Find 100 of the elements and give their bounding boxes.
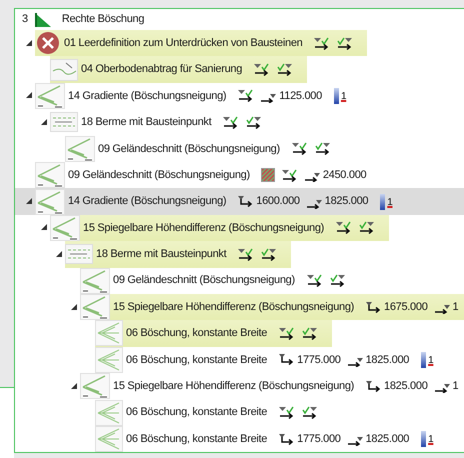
tree-row[interactable]: 18 Berme mit Bausteinpunkt [15, 109, 464, 136]
section-title: Rechte Böschung [62, 12, 144, 28]
tree-row[interactable]: 06 Böschung, konstante Breite [15, 399, 464, 426]
slope-diagram-icon [80, 294, 110, 320]
check-out-icon [336, 36, 354, 50]
slope-diagram-icon [80, 268, 110, 294]
check-out-icon [314, 142, 331, 156]
slope-diagram-icon [35, 188, 65, 215]
check-out-icon [301, 326, 318, 340]
station-start-icon [365, 380, 382, 393]
level-number: 1 [340, 90, 346, 104]
slope-diagram-icon [80, 373, 110, 400]
station-value: 1125.000 [279, 88, 322, 104]
tree-row[interactable]: 06 Böschung, konstante Breite 1775.000 1825.000 1 [15, 346, 464, 374]
station-value: 1675.000 [384, 300, 428, 315]
tree-row[interactable]: 09 Geländeschnitt (Böschungsneigung) [15, 136, 464, 162]
slope-fan-icon [95, 400, 123, 426]
level-number: 1 [428, 433, 434, 448]
station-value: 1775.000 [297, 352, 341, 368]
check-in-icon [278, 326, 296, 340]
check-in-icon [278, 406, 296, 420]
station-start-icon [278, 432, 296, 446]
tree-row[interactable]: 14 Gradiente (Böschungsneigung) 1600.000 1825.000 1 [15, 188, 464, 215]
check-out-icon [260, 248, 278, 261]
berm-icon [50, 112, 78, 132]
station-value: 1600.000 [256, 194, 300, 210]
tree-item-label: 18 Berme mit Bausteinpunkt [81, 115, 212, 130]
station-value: 1825.000 [324, 194, 368, 210]
check-in-icon [237, 89, 254, 102]
expand-toggle-icon[interactable] [26, 40, 32, 47]
station-value: 1 [452, 379, 458, 394]
check-in-icon [313, 36, 330, 50]
tree-row[interactable]: 09 Geländeschnitt (Böschungsneigung) 2450.000 [15, 162, 464, 188]
slope-fan-icon [95, 320, 123, 346]
check-in-icon [237, 248, 254, 261]
slope-profile-icon [50, 58, 78, 81]
check-in-icon [306, 274, 323, 288]
station-start-icon [278, 353, 296, 366]
check-in-icon [222, 116, 240, 129]
check-out-icon [276, 63, 294, 76]
check-in-icon [290, 142, 308, 156]
check-out-icon [301, 406, 318, 420]
check-out-icon [245, 116, 262, 129]
tree-item-label: 09 Geländeschnitt (Böschungsneigung) [98, 142, 280, 156]
level-bar-icon [421, 431, 426, 448]
error-icon [35, 31, 61, 56]
tree-item-label: 06 Böschung, konstante Breite [126, 326, 268, 342]
station-value: 1775.000 [297, 432, 341, 447]
station-start-icon [237, 195, 254, 208]
tree-item-label: 15 Spiegelbare Höhendifferenz (Böschungsneigung) [83, 220, 324, 236]
station-start-icon [365, 300, 382, 314]
expand-toggle-icon[interactable] [40, 118, 48, 126]
check-in-icon [280, 168, 298, 182]
tree-row[interactable]: 15 Spiegelbare Höhendifferenz (Böschungsneigung) 1675.000 1 [15, 294, 464, 320]
station-value: 1825.000 [384, 379, 428, 394]
tree-item-label: 14 Gradiente (Böschungsneigung) [68, 88, 226, 104]
tree-row[interactable]: 14 Gradiente (Böschungsneigung) 1125.000 1 [15, 82, 464, 110]
tree-item-label: 18 Berme mit Bausteinpunkt [96, 247, 226, 262]
check-out-icon [358, 221, 376, 234]
tree-item-label: 14 Gradiente (Böschungsneigung) [68, 194, 226, 210]
level-number: 1 [387, 196, 392, 210]
berm-icon [65, 244, 93, 264]
tree-row[interactable]: 09 Geländeschnitt (Böschungsneigung) [15, 268, 464, 294]
expand-toggle-icon[interactable] [40, 224, 48, 232]
tree-row[interactable]: 04 Oberbodenabtrag für Sanierung [15, 56, 464, 83]
tree-item-label: 15 Spiegelbare Höhendifferenz (Böschungsneigung) [113, 379, 354, 394]
tree-row[interactable]: 15 Spiegelbare Höhendifferenz (Böschungsneigung) [15, 214, 464, 242]
level-number: 1 [428, 354, 434, 368]
station-value: 1825.000 [366, 352, 410, 368]
tree-item-label: 01 Leerdefinition zum Unterdrücken von Bausteinen [64, 36, 302, 51]
expand-toggle-icon[interactable] [26, 92, 32, 100]
tree-row[interactable]: 01 Leerdefinition zum Unterdrücken von Bausteinen [15, 30, 464, 56]
tree-row[interactable]: 15 Spiegelbare Höhendifferenz (Böschungsneigung) 1825.000 1 [15, 373, 464, 400]
check-out-icon [328, 274, 346, 288]
level-bar-icon [380, 194, 386, 210]
tree-item-label: 09 Geländeschnitt (Böschungsneigung) [113, 273, 295, 288]
check-in-icon [335, 221, 352, 234]
expand-toggle-icon[interactable] [70, 304, 78, 311]
expand-toggle-icon[interactable] [56, 250, 62, 258]
level-bar-icon [334, 88, 339, 104]
tree-item-label: 15 Spiegelbare Höhendifferenz (Böschungsneigung) [113, 300, 354, 315]
slope-diagram-icon [35, 162, 65, 188]
tree-item-label: 04 Oberbodenabtrag für Sanierung [81, 62, 242, 78]
station-value: 1 [452, 300, 458, 315]
tree-row[interactable]: 06 Böschung, konstante Breite 1775.000 1825.000 1 [15, 426, 464, 452]
row-number: 3 [22, 12, 28, 28]
tree-item-label: 06 Böschung, konstante Breite [126, 405, 268, 420]
tree-item-label: 09 Geländeschnitt (Böschungsneigung) [68, 168, 250, 183]
tree-row[interactable]: 18 Berme mit Bausteinpunkt [15, 241, 464, 268]
slope-fan-icon [95, 346, 123, 373]
check-in-icon [253, 63, 270, 76]
tree-item-label: 06 Böschung, konstante Breite [126, 352, 268, 368]
expand-toggle-icon[interactable] [26, 198, 32, 206]
station-value: 1825.000 [366, 432, 410, 447]
slope-diagram-icon [35, 82, 65, 109]
tree-row[interactable]: 06 Böschung, konstante Breite [15, 320, 464, 347]
slope-diagram-icon [50, 214, 80, 241]
station-value: 2450.000 [322, 168, 366, 183]
slope-flag-icon [34, 12, 52, 28]
expand-toggle-icon[interactable] [70, 382, 78, 390]
